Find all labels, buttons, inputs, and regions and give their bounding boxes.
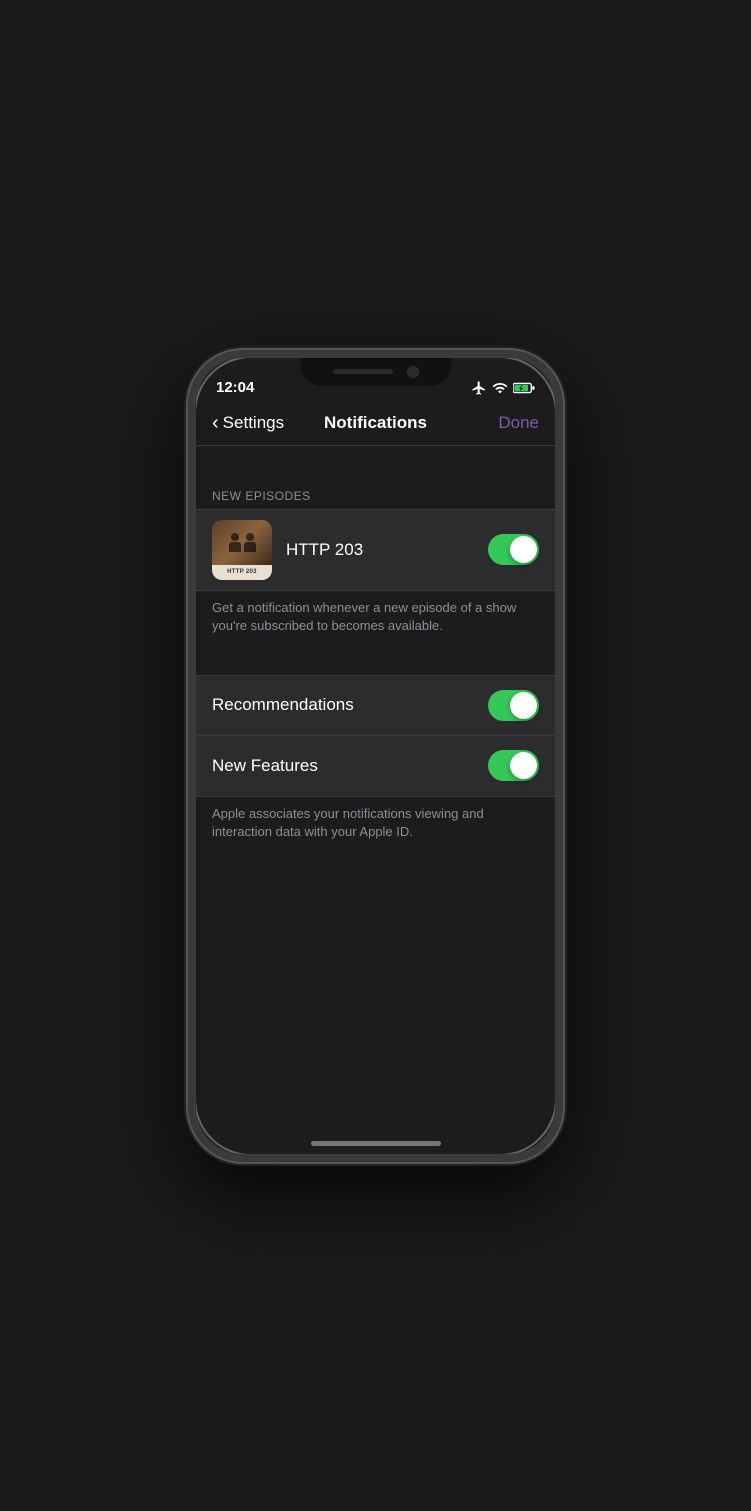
recommendations-item: Recommendations bbox=[196, 676, 555, 736]
toggle-knob bbox=[510, 692, 537, 719]
airplane-icon bbox=[471, 380, 487, 396]
http203-label: HTTP 203 bbox=[286, 540, 488, 560]
section-gap-middle bbox=[196, 655, 555, 675]
status-icons bbox=[471, 380, 535, 396]
recommendations-toggle[interactable] bbox=[488, 690, 539, 721]
podcast-art-label: HTTP 203 bbox=[212, 565, 272, 580]
general-section: Recommendations New Features Apple assoc… bbox=[196, 675, 555, 861]
podcast-art: HTTP 203 bbox=[212, 520, 272, 580]
podcast-art-image bbox=[212, 520, 272, 565]
general-list: Recommendations New Features bbox=[196, 675, 555, 797]
back-chevron-icon: ‹ bbox=[212, 413, 219, 433]
new-episodes-header: NEW EPISODES bbox=[196, 481, 555, 509]
content: NEW EPISODES bbox=[196, 446, 555, 1154]
nav-bar: ‹ Settings Notifications Done bbox=[196, 402, 555, 446]
speaker bbox=[333, 369, 393, 374]
new-features-item: New Features bbox=[196, 736, 555, 796]
person-2 bbox=[244, 533, 256, 552]
new-features-label: New Features bbox=[212, 756, 488, 776]
done-button[interactable]: Done bbox=[498, 413, 539, 433]
new-episodes-section: NEW EPISODES bbox=[196, 481, 555, 655]
wifi-icon bbox=[492, 380, 508, 396]
back-button[interactable]: ‹ Settings bbox=[212, 413, 284, 433]
status-time: 12:04 bbox=[216, 379, 254, 396]
toggle-knob bbox=[510, 752, 537, 779]
person-1 bbox=[229, 533, 241, 552]
new-episodes-list: HTTP 203 HTTP 203 bbox=[196, 509, 555, 591]
notch bbox=[301, 358, 451, 386]
http203-toggle[interactable] bbox=[488, 534, 539, 565]
new-episodes-footer: Get a notification whenever a new episod… bbox=[196, 591, 555, 655]
camera bbox=[407, 366, 419, 378]
list-item: HTTP 203 HTTP 203 bbox=[196, 510, 555, 590]
new-features-toggle[interactable] bbox=[488, 750, 539, 781]
toggle-knob bbox=[510, 536, 537, 563]
back-label: Settings bbox=[223, 413, 284, 433]
section-gap-top bbox=[196, 446, 555, 481]
people-silhouette bbox=[229, 533, 256, 552]
nav-title: Notifications bbox=[324, 413, 427, 433]
phone-frame: 12:04 ‹ Settings Notificatio bbox=[188, 350, 563, 1162]
battery-icon bbox=[513, 380, 535, 396]
recommendations-label: Recommendations bbox=[212, 695, 488, 715]
general-footer: Apple associates your notifications view… bbox=[196, 797, 555, 861]
home-indicator bbox=[311, 1141, 441, 1146]
podcast-thumbnail: HTTP 203 bbox=[212, 520, 272, 580]
